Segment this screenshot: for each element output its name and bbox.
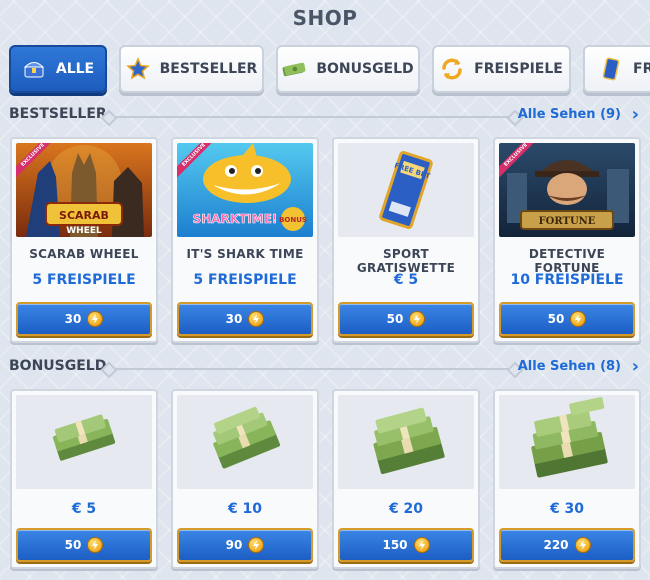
money-stack-image [177,395,313,489]
coin-icon [87,311,104,327]
coin-icon [248,311,265,327]
money-stack-image [16,395,152,489]
star-icon [125,57,150,81]
product-name: SPORT GRATISWETTE [356,247,456,275]
chevron-right-icon[interactable]: › [632,358,639,376]
section-title: BESTSELLER [9,106,107,122]
product-card[interactable]: € 10 90 [171,389,319,569]
see-all-link[interactable]: Alle Sehen (9) [518,107,621,122]
section-divider [107,368,517,370]
coin-icon [570,311,587,327]
tab-label: FREISPIELE [474,61,563,77]
buy-button[interactable]: 30 [16,302,152,336]
buy-button[interactable]: 50 [16,528,152,562]
tab-more[interactable]: FR [583,45,650,93]
price-label: 50 [64,538,82,552]
buy-button[interactable]: 220 [499,528,635,562]
svg-text:SHARKTIME!: SHARKTIME! [193,212,278,226]
product-value: 10 FREISPIELE [510,272,624,288]
buy-button[interactable]: 50 [338,302,474,336]
section-divider [107,116,517,118]
refresh-icon [440,57,464,81]
tab-freispiele[interactable]: FREISPIELE [432,45,571,93]
price-label: 50 [547,312,565,326]
buy-button[interactable]: 90 [177,528,313,562]
product-card[interactable]: € 5 50 [10,389,158,569]
price-label: 150 [382,538,408,552]
product-value: 5 FREISPIELE [193,272,297,288]
product-value: € 5 [393,272,419,288]
buy-button[interactable]: 50 [499,302,635,336]
tab-label: BESTSELLER [159,61,258,77]
svg-text:FORTUNE: FORTUNE [539,216,596,227]
shark-time-image: SHARKTIME! BONUS EXCLUSIVE [177,143,313,237]
bet-ticket-image: FREE BET [338,143,474,237]
product-card[interactable]: SHARKTIME! BONUS EXCLUSIVE IT'S SHARK TI… [171,137,319,343]
tab-label: BONUSGELD [316,61,414,77]
tab-label: ALLE [55,61,95,77]
price-label: 90 [225,538,243,552]
price-label: 220 [543,538,569,552]
product-card[interactable]: € 20 150 [332,389,480,569]
section-title: BONUSGELD [9,358,107,374]
cash-icon [282,57,306,81]
product-value: 5 FREISPIELE [32,272,136,288]
svg-text:SCARAB: SCARAB [59,209,109,222]
money-stack-image [499,395,635,489]
money-stack-image [338,395,474,489]
product-card[interactable]: FREE BET SPORT GRATISWETTE € 5 50 [332,137,480,343]
bestseller-section-header: BESTSELLER Alle Sehen (9) › [9,106,639,128]
coin-icon [248,537,265,553]
buy-button[interactable]: 150 [338,528,474,562]
svg-text:BONUS: BONUS [279,216,307,224]
svg-text:WHEEL: WHEEL [66,226,102,236]
detective-fortune-image: FORTUNE EXCLUSIVE [499,143,635,237]
treasure-chest-icon [22,57,46,81]
coin-icon [87,537,104,553]
price-label: 30 [225,312,243,326]
product-value: € 10 [227,501,263,517]
product-name: DETECTIVE FORTUNE [528,247,606,275]
product-value: € 30 [549,501,585,517]
product-name: IT'S SHARK TIME [186,247,304,261]
coin-icon [574,537,591,553]
scarab-wheel-image: SCARAB WHEEL EXCLUSIVE [16,143,152,237]
price-label: 50 [386,312,404,326]
see-all-link[interactable]: Alle Sehen (8) [518,359,621,374]
bonusgeld-section-header: BONUSGELD Alle Sehen (8) › [9,358,639,380]
product-card[interactable]: € 30 220 [493,389,641,569]
buy-button[interactable]: 30 [177,302,313,336]
price-label: 30 [64,312,82,326]
product-value: € 5 [71,501,97,517]
tab-bonusgeld[interactable]: BONUSGELD [276,45,420,93]
coin-icon [409,311,426,327]
tab-label: FR [633,61,650,77]
product-name: SCARAB WHEEL [29,247,139,261]
tab-bestseller[interactable]: BESTSELLER [119,45,264,93]
product-card[interactable]: FORTUNE EXCLUSIVE DETECTIVE FORTUNE 10 F… [493,137,641,343]
product-value: € 20 [388,501,424,517]
product-card[interactable]: SCARAB WHEEL EXCLUSIVE SCARAB WHEEL 5 FR… [10,137,158,343]
ticket-icon [599,57,623,81]
chevron-right-icon[interactable]: › [632,106,639,124]
coin-icon [413,537,430,553]
tab-alle[interactable]: ALLE [9,45,107,93]
page-title: SHOP [292,6,358,30]
